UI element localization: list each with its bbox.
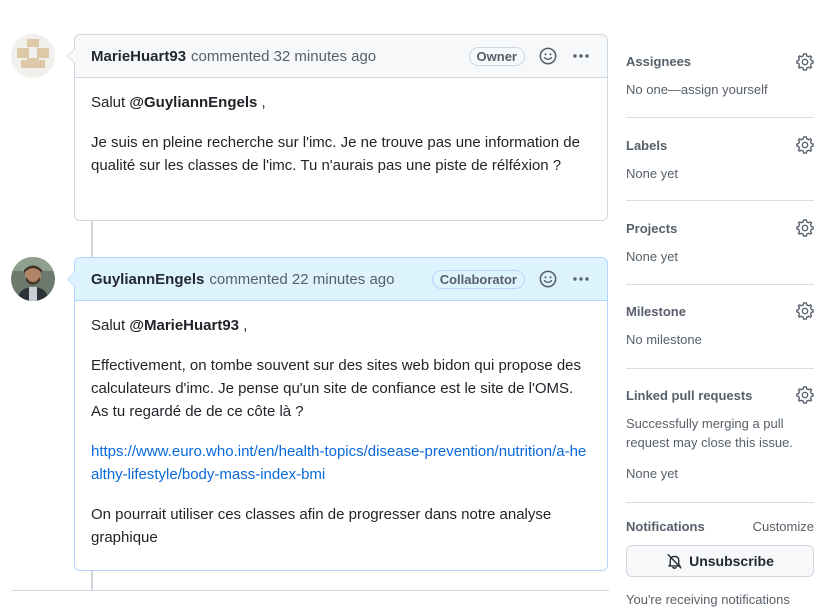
unsubscribe-label: Unsubscribe xyxy=(689,553,774,569)
greeting: Salut @GuyliannEngels , xyxy=(91,94,266,111)
gear-icon[interactable] xyxy=(796,136,814,157)
gear-icon[interactable] xyxy=(796,302,814,323)
issue-sidebar: Assignees No one—assign yourself Labels … xyxy=(626,36,814,609)
projects-value: None yet xyxy=(626,249,679,264)
comment-timestamp[interactable]: commented 22 minutes ago xyxy=(209,271,394,288)
comment-author[interactable]: MarieHuart93 xyxy=(91,48,186,65)
linked-pull-requests-description: Successfully merging a pull request may … xyxy=(626,416,793,450)
milestone-section: Milestone No milestone xyxy=(626,285,814,369)
projects-title[interactable]: Projects xyxy=(626,221,677,236)
gear-icon[interactable] xyxy=(796,53,814,74)
comment-body: Salut @GuyliannEngels , Je suis en plein… xyxy=(75,78,607,190)
milestone-title[interactable]: Milestone xyxy=(626,304,686,319)
comment: GuyliannEngels commented 22 minutes ago … xyxy=(67,257,608,571)
notifications-status: You're receiving notifications xyxy=(626,592,790,607)
role-badge: Collaborator xyxy=(431,269,525,289)
customize-link[interactable]: Customize xyxy=(753,519,814,534)
assignees-section: Assignees No one—assign yourself xyxy=(626,36,814,118)
avatar[interactable] xyxy=(11,257,55,301)
smiley-icon[interactable] xyxy=(539,47,557,65)
notifications-section: Notifications Customize Unsubscribe You'… xyxy=(626,503,814,609)
comment-header: GuyliannEngels commented 22 minutes ago … xyxy=(67,258,607,301)
role-badge: Owner xyxy=(468,46,525,66)
user-photo-avatar-image xyxy=(11,257,55,301)
link-paragraph: https://www.euro.who.int/en/health-topic… xyxy=(91,440,591,486)
gear-icon[interactable] xyxy=(796,219,814,240)
labels-section: Labels None yet xyxy=(626,118,814,201)
who-bmi-link[interactable]: https://www.euro.who.int/en/health-topic… xyxy=(91,443,586,483)
comment-timestamp[interactable]: commented 32 minutes ago xyxy=(191,48,376,65)
notifications-title: Notifications xyxy=(626,519,705,534)
linked-pull-requests-title[interactable]: Linked pull requests xyxy=(626,388,752,403)
comment-body: Salut @MarieHuart93 , Effectivement, on … xyxy=(75,301,607,562)
comment-paragraph: On pourrait utiliser ces classes afin de… xyxy=(91,506,552,546)
user-mention[interactable]: @MarieHuart93 xyxy=(129,317,239,334)
labels-title[interactable]: Labels xyxy=(626,138,667,153)
kebab-menu-icon[interactable] xyxy=(571,47,591,65)
comment-paragraph: Je suis en pleine recherche sur l'imc. J… xyxy=(91,134,580,174)
timeline-connector xyxy=(91,221,93,258)
projects-section: Projects None yet xyxy=(626,201,814,285)
identicon-avatar-image xyxy=(11,34,55,78)
comment-header: MarieHuart93 commented 32 minutes ago Ow… xyxy=(67,35,607,78)
greeting: Salut @MarieHuart93 , xyxy=(91,317,248,334)
unsubscribe-button[interactable]: Unsubscribe xyxy=(626,545,814,577)
kebab-menu-icon[interactable] xyxy=(571,270,591,288)
linked-pull-requests-value: None yet xyxy=(626,466,679,481)
gear-icon[interactable] xyxy=(796,386,814,407)
bell-slash-icon xyxy=(666,553,683,570)
timeline-divider xyxy=(12,590,609,591)
user-mention[interactable]: @GuyliannEngels xyxy=(129,94,257,111)
milestone-value: No milestone xyxy=(626,332,702,347)
smiley-icon[interactable] xyxy=(539,270,557,288)
avatar[interactable] xyxy=(11,34,55,78)
labels-value: None yet xyxy=(626,166,679,181)
comment: MarieHuart93 commented 32 minutes ago Ow… xyxy=(67,34,608,221)
timeline-connector xyxy=(91,571,93,591)
assignees-value[interactable]: No one—assign yourself xyxy=(626,80,768,99)
comment-author[interactable]: GuyliannEngels xyxy=(91,271,204,288)
comment-paragraph: Effectivement, on tombe souvent sur des … xyxy=(91,357,582,420)
assignees-title[interactable]: Assignees xyxy=(626,54,691,69)
linked-pull-requests-section: Linked pull requests Successfully mergin… xyxy=(626,369,814,503)
